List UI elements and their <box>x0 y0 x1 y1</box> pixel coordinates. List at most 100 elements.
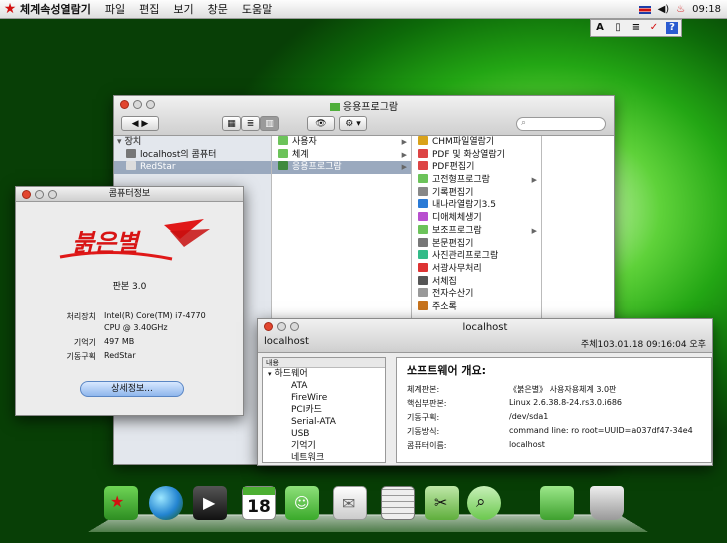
app-item[interactable]: 서광사무처리 <box>412 262 541 276</box>
list-view-button[interactable]: ≣ <box>241 116 260 131</box>
tray-list-icon[interactable]: ≡ <box>630 22 642 34</box>
about-row-mem-key: 기억기 <box>73 338 96 347</box>
dock-search-icon[interactable]: ⌕ <box>467 486 501 520</box>
tray-a-icon[interactable]: A <box>594 22 606 34</box>
app-item-label: 보조프로그람 <box>432 225 482 236</box>
info-tree-item[interactable]: USB <box>263 428 385 440</box>
app-icon <box>418 212 428 222</box>
info-row-key: 핵심부판본: <box>407 399 447 408</box>
app-icon <box>418 288 428 298</box>
app-item[interactable]: 본문편집기 <box>412 237 541 251</box>
app-item[interactable]: 서체집 <box>412 275 541 289</box>
sidebar-item-label: localhost의 콤퓨터 <box>140 149 217 160</box>
dock-calendar-day: 18 <box>247 497 271 517</box>
minimize-button[interactable] <box>35 190 44 199</box>
info-tree-label: USB <box>291 429 310 439</box>
info-row-value: localhost <box>509 440 545 449</box>
redstar-logo-text: 붉은별 <box>72 228 139 257</box>
about-row-boot-val: RedStar <box>104 351 136 360</box>
menu-app-name[interactable]: 체계속성열람기 <box>20 1 91 17</box>
disclosure-triangle-icon[interactable]: ▾ <box>268 370 272 378</box>
app-icon <box>418 237 428 247</box>
dock-bookmarks-icon[interactable]: ★ <box>104 486 138 520</box>
volume-icon[interactable]: ◀) <box>658 4 670 15</box>
app-item-label: 전자수산기 <box>432 289 474 300</box>
info-tree-item[interactable]: FireWire <box>263 392 385 404</box>
info-tree-item[interactable]: PCI카드 <box>263 404 385 416</box>
dock-video-player-icon[interactable]: ▶ <box>193 486 227 520</box>
action-button[interactable]: ⚙ ▾ <box>339 116 367 131</box>
info-tree-item[interactable]: Serial-ATA <box>263 416 385 428</box>
menu-edit[interactable]: 편집 <box>139 1 159 17</box>
close-button[interactable] <box>22 190 31 199</box>
dock-system-tools-icon[interactable]: ✂ <box>425 486 459 520</box>
app-item[interactable]: 사진관리프로그람 <box>412 250 541 263</box>
app-item[interactable]: 주소록 <box>412 300 541 314</box>
info-tree-label: 네트워크 <box>291 453 325 463</box>
tray-help-icon[interactable]: ? <box>666 22 678 34</box>
search-icon: ⌕ <box>521 118 527 128</box>
chevron-right-icon: ▶ <box>531 176 537 185</box>
redstar-menu-icon[interactable]: ★ <box>0 0 20 19</box>
app-item[interactable]: 고전형프로그람 ▶ <box>412 174 541 187</box>
info-tree-item[interactable]: 네트워크 <box>263 452 385 463</box>
folder-icon <box>278 136 288 145</box>
menu-help[interactable]: 도움말 <box>242 1 272 17</box>
flame-icon[interactable]: ♨ <box>676 4 685 15</box>
info-tree-label: Serial-ATA <box>291 417 336 427</box>
column-item[interactable]: 응용프로그람 ▶ <box>272 161 411 175</box>
app-item-label: 서광사무처리 <box>432 263 482 274</box>
app-item[interactable]: CHM파일열람기 <box>412 136 541 149</box>
column-item[interactable]: 사용자 ▶ <box>272 136 411 149</box>
back-forward-button[interactable]: ◀ ▶ <box>121 116 159 131</box>
app-item[interactable]: PDF 및 화상열람기 <box>412 148 541 162</box>
menu-file[interactable]: 파일 <box>105 1 125 17</box>
dock-trash-icon[interactable] <box>590 486 624 520</box>
quicklook-button[interactable]: 👁 <box>307 116 335 131</box>
tray-check-icon[interactable]: ✓ <box>648 22 660 34</box>
dock-calculator-icon[interactable] <box>381 486 415 520</box>
redstar-logo: 붉은별 <box>52 217 212 267</box>
app-item[interactable]: 디애체체생기 <box>412 212 541 225</box>
dock-folder-icon[interactable] <box>540 486 574 520</box>
chevron-right-icon: ▶ <box>401 150 407 159</box>
dock-contacts-icon[interactable]: ☺ <box>285 486 319 520</box>
search-field[interactable]: ⌕ <box>516 117 606 131</box>
tray-window-icon[interactable]: ▯ <box>612 22 624 34</box>
menu-window[interactable]: 창문 <box>208 1 228 17</box>
icon-view-button[interactable]: ▦ <box>222 116 241 131</box>
app-icon <box>418 136 428 145</box>
dock-browser-globe-icon[interactable] <box>149 486 183 520</box>
dock-calendar-icon[interactable]: 18 <box>242 486 276 520</box>
zoom-button[interactable] <box>48 190 57 199</box>
info-tree-item[interactable]: 기억기 <box>263 440 385 452</box>
info-row-value: 《붉은별》 사용자용체계 3.0판 <box>509 385 617 394</box>
info-timestamp: 주체103.01.18 09:16:04 오후 <box>580 340 706 350</box>
app-icon <box>418 186 428 196</box>
folder-icon <box>329 103 340 111</box>
finder-toolbar: 응용프로그람 ◀ ▶ ▦ ≣ ▥ 👁 ⚙ ▾ ⌕ <box>114 96 614 136</box>
column-view-button[interactable]: ▥ <box>260 116 279 131</box>
dock-mail-icon[interactable]: ✉ <box>333 486 367 520</box>
info-heading: 쏘프트웨어 개요: <box>407 364 487 377</box>
sidebar-item-localhost[interactable]: localhost의 콤퓨터 <box>114 148 271 162</box>
clock[interactable]: 09:18 <box>692 4 721 15</box>
app-item[interactable]: PDF편집기 <box>412 161 541 174</box>
column-item[interactable]: 체계 ▶ <box>272 148 411 162</box>
menu-status-area: ◀) ♨ 09:18 <box>638 0 721 19</box>
flag-icon[interactable] <box>638 5 651 14</box>
menu-view[interactable]: 보기 <box>173 1 193 17</box>
app-item[interactable]: 전자수산기 <box>412 288 541 301</box>
app-item[interactable]: 기록편집기 <box>412 186 541 200</box>
info-tree-item[interactable]: ATA <box>263 380 385 392</box>
app-item[interactable]: 내나라열람기3.5 <box>412 199 541 212</box>
computer-icon <box>126 148 136 158</box>
info-tree-item[interactable]: ▾ 하드웨어 <box>263 368 385 380</box>
app-item[interactable]: 보조프로그람 ▶ <box>412 224 541 238</box>
details-button[interactable]: 상세정보... <box>80 381 184 397</box>
sidebar-item-redstar[interactable]: RedStar <box>114 161 271 175</box>
chevron-right-icon: ▶ <box>531 226 537 235</box>
app-icon <box>418 174 428 184</box>
about-row-boot-key: 기동구획 <box>66 352 96 361</box>
info-tree-label: 하드웨어 <box>274 369 308 379</box>
